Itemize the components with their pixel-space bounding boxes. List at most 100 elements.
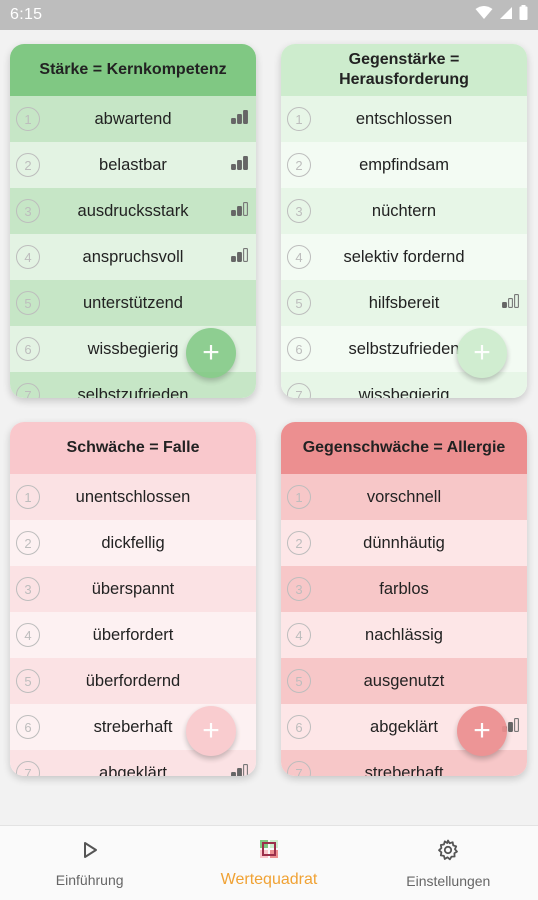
- item-number: 2: [16, 153, 40, 177]
- list-item[interactable]: 3 überspannt: [10, 566, 256, 612]
- list-item[interactable]: 4 nachlässig: [281, 612, 527, 658]
- item-number: 4: [287, 623, 311, 647]
- list-item[interactable]: 1 abwartend: [10, 96, 256, 142]
- item-label: dickfellig: [101, 533, 165, 552]
- nav-item-einstellungen[interactable]: Einstellungen: [359, 826, 538, 900]
- item-number: 2: [287, 531, 311, 555]
- add-button-staerke[interactable]: +: [186, 328, 236, 378]
- card-title-schwaeche: Schwäche = Falle: [10, 422, 256, 474]
- list-item[interactable]: 4 anspruchsvoll: [10, 234, 256, 280]
- cell-signal-icon: [499, 6, 513, 25]
- card-gegenstaerke: Gegenstärke = Herausforderung 1 entschlos…: [281, 44, 527, 398]
- item-number: 3: [16, 199, 40, 223]
- item-number: 4: [16, 245, 40, 269]
- item-label: vorschnell: [366, 487, 442, 506]
- item-number: 6: [287, 337, 311, 361]
- wertequadrat-icon: [258, 838, 280, 865]
- list-item[interactable]: 1 vorschnell: [281, 474, 527, 520]
- status-bar: 6:15: [0, 0, 538, 30]
- item-number: 6: [287, 715, 311, 739]
- item-number: 2: [16, 531, 40, 555]
- item-number: 5: [287, 291, 311, 315]
- item-label: überfordert: [92, 625, 174, 644]
- item-number: 2: [287, 153, 311, 177]
- item-label: selbstzufrieden: [77, 385, 189, 399]
- item-number: 3: [287, 577, 311, 601]
- list-item[interactable]: 2 dickfellig: [10, 520, 256, 566]
- item-number: 3: [287, 199, 311, 223]
- item-label: hilfsbereit: [368, 293, 440, 312]
- list-item[interactable]: 3 farblos: [281, 566, 527, 612]
- card-staerke: Stärke = Kernkompetenz 1 abwartend 2 belast…: [10, 44, 256, 398]
- item-label: belastbar: [99, 155, 167, 174]
- item-label: unentschlossen: [75, 487, 191, 506]
- card-title-staerke: Stärke = Kernkompetenz: [10, 44, 256, 96]
- item-label: unterstützend: [83, 293, 183, 312]
- rating-bars-icon: [231, 201, 248, 221]
- item-number: 5: [16, 669, 40, 693]
- item-number: 1: [16, 107, 40, 131]
- item-number: 6: [16, 715, 40, 739]
- nav-label-einstellungen: Einstellungen: [406, 872, 491, 889]
- nav-label-wertequadrat: Wertequadrat: [220, 870, 318, 888]
- bottom-navigation: Einführung Wertequadrat Einstellungen: [0, 825, 538, 900]
- card-title-gegenstaerke: Gegenstärke = Herausforderung: [281, 44, 527, 96]
- item-label: überspannt: [91, 579, 175, 598]
- add-button-gegenschwaeche[interactable]: +: [457, 706, 507, 756]
- item-number: 1: [287, 107, 311, 131]
- list-item[interactable]: 5 unterstützend: [10, 280, 256, 326]
- item-label: entschlossen: [355, 109, 453, 128]
- nav-label-einfuehrung: Einführung: [55, 871, 124, 888]
- card-gegenschwaeche: Gegenschwäche = Allergie 1 vorschnell 2 dün…: [281, 422, 527, 776]
- item-label: wissbegierig: [358, 385, 450, 399]
- list-item[interactable]: 2 empfindsam: [281, 142, 527, 188]
- add-button-schwaeche[interactable]: +: [186, 706, 236, 756]
- wifi-icon: [475, 5, 493, 25]
- item-number: 1: [16, 485, 40, 509]
- item-number: 1: [287, 485, 311, 509]
- item-label: nüchtern: [371, 201, 437, 220]
- nav-item-einfuehrung[interactable]: Einführung: [0, 826, 179, 900]
- status-time: 6:15: [10, 6, 43, 23]
- item-label: farblos: [379, 579, 429, 598]
- item-label: abgeklärt: [99, 763, 167, 777]
- list-item[interactable]: 1 entschlossen: [281, 96, 527, 142]
- item-label: ausgenutzt: [363, 671, 445, 690]
- rating-bars-icon: [231, 763, 248, 776]
- list-item[interactable]: 4 überfordert: [10, 612, 256, 658]
- item-number: 5: [287, 669, 311, 693]
- list-item[interactable]: 3 nüchtern: [281, 188, 527, 234]
- item-label: anspruchsvoll: [82, 247, 184, 266]
- item-number: 3: [16, 577, 40, 601]
- play-icon: [79, 839, 101, 866]
- list-item[interactable]: 2 belastbar: [10, 142, 256, 188]
- gear-icon: [436, 838, 460, 867]
- list-item[interactable]: 1 unentschlossen: [10, 474, 256, 520]
- item-label: dünnhäutig: [363, 533, 445, 552]
- list-item[interactable]: 3 ausdrucksstark: [10, 188, 256, 234]
- rating-bars-icon: [231, 247, 248, 267]
- item-label: streberhaft: [364, 763, 444, 777]
- list-item[interactable]: 5 ausgenutzt: [281, 658, 527, 704]
- list-item[interactable]: 4 selektiv fordernd: [281, 234, 527, 280]
- rating-bars-icon: [231, 155, 248, 175]
- item-number: 6: [16, 337, 40, 361]
- nav-item-wertequadrat[interactable]: Wertequadrat: [179, 826, 358, 900]
- rating-bars-icon: [502, 293, 519, 313]
- item-label: ausdrucksstark: [77, 201, 189, 220]
- list-item[interactable]: 5 hilfsbereit: [281, 280, 527, 326]
- item-number: 4: [16, 623, 40, 647]
- item-number: 5: [16, 291, 40, 315]
- item-label: nachlässig: [365, 625, 443, 644]
- item-label: abwartend: [94, 109, 172, 128]
- add-button-gegenstaerke[interactable]: +: [457, 328, 507, 378]
- item-label: überfordernd: [85, 671, 181, 690]
- list-item[interactable]: 5 überfordernd: [10, 658, 256, 704]
- card-schwaeche: Schwäche = Falle 1 unentschlossen 2 dickfel…: [10, 422, 256, 776]
- item-number: 4: [287, 245, 311, 269]
- card-title-gegenschwaeche: Gegenschwäche = Allergie: [281, 422, 527, 474]
- list-item[interactable]: 2 dünnhäutig: [281, 520, 527, 566]
- rating-bars-icon: [231, 109, 248, 129]
- item-label: empfindsam: [359, 155, 449, 174]
- item-label: selektiv fordernd: [343, 247, 465, 266]
